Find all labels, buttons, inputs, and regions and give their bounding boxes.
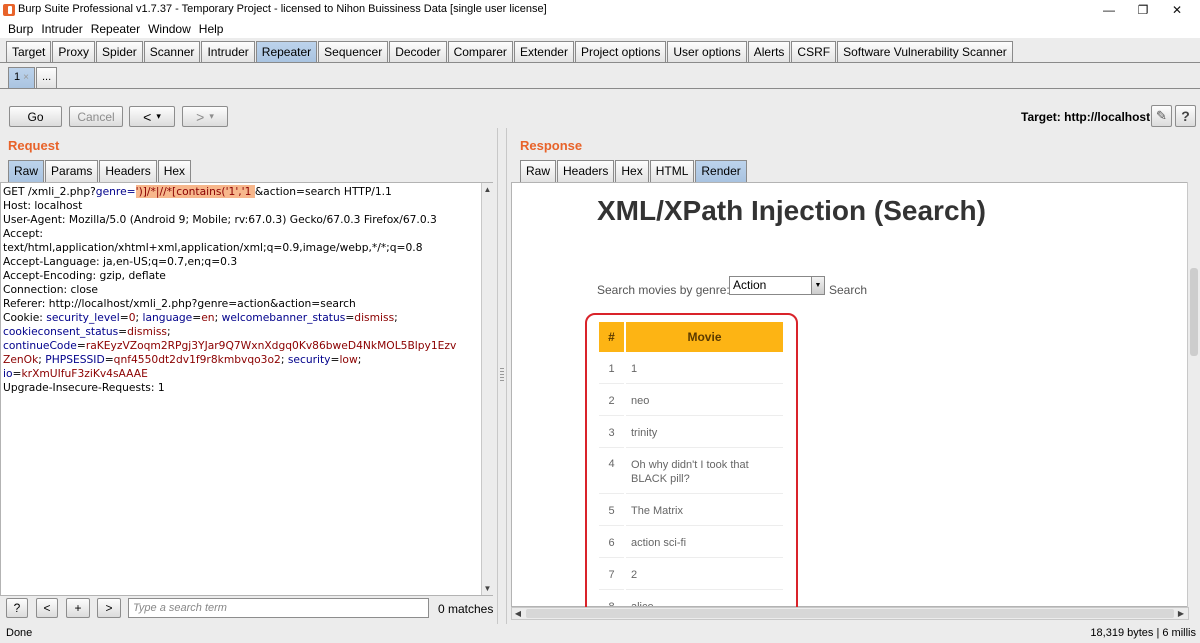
- response-size-status: 18,319 bytes | 6 millis: [1090, 627, 1196, 639]
- scroll-down-icon[interactable]: ▼: [482, 582, 493, 594]
- menu-help[interactable]: Help: [195, 20, 228, 38]
- response-tab-render[interactable]: Render: [695, 160, 747, 182]
- tab-user-options[interactable]: User options: [667, 41, 747, 63]
- request-editor[interactable]: GET /xmli_2.php?genre=')]/*|//*[contains…: [0, 182, 493, 596]
- pencil-icon: ✎: [1156, 108, 1167, 123]
- tab-spider[interactable]: Spider: [96, 41, 143, 63]
- repeater-tab-label: 1: [14, 71, 21, 83]
- close-tab-icon[interactable]: ×: [23, 72, 29, 83]
- search-button[interactable]: Search: [829, 283, 867, 297]
- cancel-button[interactable]: Cancel: [69, 106, 123, 127]
- request-tab-hex[interactable]: Hex: [157, 160, 192, 182]
- genre-search-label: Search movies by genre:: [597, 283, 730, 297]
- chevron-down-icon: ▾: [209, 111, 214, 121]
- cookie-line: continueCode=raKEyzVZoqm2RPgj3YJar9Q7Wxn…: [3, 339, 457, 352]
- response-vertical-scrollbar[interactable]: [1187, 182, 1200, 607]
- tab-scanner[interactable]: Scanner: [143, 41, 201, 63]
- close-button[interactable]: ✕: [1154, 0, 1200, 20]
- highlight-annotation-box: [585, 313, 798, 620]
- request-tab-headers[interactable]: Headers: [99, 160, 157, 182]
- tab-project-options[interactable]: Project options: [574, 41, 667, 63]
- tab-target[interactable]: Target: [6, 41, 52, 63]
- tab-alerts[interactable]: Alerts: [747, 41, 791, 63]
- search-previous-button[interactable]: <: [36, 598, 58, 618]
- request-view-tabs: Raw Params Headers Hex: [8, 160, 192, 182]
- tab-software-vulnerability-scanner[interactable]: Software Vulnerability Scanner: [837, 41, 1013, 63]
- forward-button[interactable]: > ▾: [182, 106, 228, 127]
- splitter-grip-icon[interactable]: [500, 368, 504, 382]
- search-options-button[interactable]: +: [66, 598, 90, 618]
- accept-language-header: Accept-Language: ja,en-US;q=0.7,en;q=0.3: [3, 255, 238, 268]
- repeater-tabs: 1 × ...: [8, 67, 58, 89]
- request-tab-params[interactable]: Params: [45, 160, 99, 182]
- tab-intruder[interactable]: Intruder: [201, 41, 255, 63]
- menu-burp[interactable]: Burp: [4, 20, 37, 38]
- tab-decoder[interactable]: Decoder: [389, 41, 447, 63]
- repeater-tab-1[interactable]: 1 ×: [8, 67, 35, 89]
- scroll-left-icon[interactable]: ◀: [513, 608, 523, 619]
- referer-header: Referer: http://localhost/xmli_2.php?gen…: [3, 297, 356, 310]
- response-tab-html[interactable]: HTML: [649, 160, 695, 182]
- scroll-thumb[interactable]: [1190, 268, 1198, 356]
- menu-intruder[interactable]: Intruder: [37, 20, 86, 38]
- scroll-thumb[interactable]: [526, 609, 1174, 618]
- scroll-right-icon[interactable]: ▶: [1176, 608, 1186, 619]
- menu-window[interactable]: Window: [144, 20, 195, 38]
- accept-header-label: Accept:: [3, 227, 44, 240]
- dropdown-arrow-icon[interactable]: ▼: [811, 277, 824, 294]
- title-bar: Burp Suite Professional v1.7.37 - Tempor…: [0, 0, 1200, 20]
- response-tab-raw[interactable]: Raw: [520, 160, 557, 182]
- connection-header: Connection: close: [3, 283, 98, 296]
- tab-repeater[interactable]: Repeater: [255, 41, 318, 63]
- upgrade-header: Upgrade-Insecure-Requests: 1: [3, 381, 165, 394]
- back-button[interactable]: < ▾: [129, 106, 175, 127]
- tab-proxy[interactable]: Proxy: [52, 41, 96, 63]
- tab-comparer[interactable]: Comparer: [447, 41, 513, 63]
- user-agent-header: User-Agent: Mozilla/5.0 (Android 9; Mobi…: [3, 213, 437, 226]
- help-button[interactable]: ?: [1175, 105, 1196, 127]
- cookie-line: io=krXmUIfuF3ziKv4sAAAE: [3, 367, 148, 380]
- cookie-line: ZenOk; PHPSESSID=qnf4550dt2dv1f9r8kmbvqo…: [3, 353, 362, 366]
- burp-logo-icon: [3, 4, 15, 16]
- request-title: Request: [8, 138, 60, 153]
- new-tab-button[interactable]: ...: [35, 67, 58, 89]
- divider: [0, 62, 1200, 63]
- search-next-button[interactable]: >: [97, 598, 121, 618]
- request-scrollbar[interactable]: ▲ ▼: [481, 183, 493, 595]
- response-tab-hex[interactable]: Hex: [615, 160, 649, 182]
- tab-extender[interactable]: Extender: [513, 41, 574, 63]
- forward-arrow-icon: >: [196, 108, 205, 125]
- scroll-up-icon[interactable]: ▲: [482, 183, 493, 195]
- response-tab-headers[interactable]: Headers: [557, 160, 615, 182]
- main-tabs: Target Proxy Spider Scanner Intruder Rep…: [6, 41, 1014, 63]
- accept-header-value: text/html,application/xhtml+xml,applicat…: [3, 241, 423, 254]
- menu-bar: Burp Intruder Repeater Window Help: [0, 20, 1200, 38]
- status-text: Done: [6, 627, 33, 639]
- window-title: Burp Suite Professional v1.7.37 - Tempor…: [18, 3, 547, 15]
- request-text[interactable]: GET /xmli_2.php?genre=')]/*|//*[contains…: [3, 185, 481, 395]
- request-line: GET /xmli_2.php?genre=')]/*|//*[contains…: [3, 185, 392, 198]
- cookie-line: cookieconsent_status=dismiss;: [3, 325, 171, 338]
- page-heading: XML/XPath Injection (Search): [597, 195, 986, 226]
- target-label: Target: http://localhost: [1021, 110, 1151, 124]
- back-arrow-icon: <: [143, 108, 152, 125]
- host-header: Host: localhost: [3, 199, 83, 212]
- response-view-tabs: Raw Headers Hex HTML Render: [520, 160, 748, 182]
- response-title: Response: [520, 138, 583, 153]
- response-horizontal-scrollbar[interactable]: ◀ ▶: [511, 607, 1189, 620]
- edit-target-button[interactable]: ✎: [1151, 105, 1172, 127]
- chevron-down-icon: ▾: [156, 111, 161, 121]
- search-input[interactable]: Type a search term: [128, 598, 429, 618]
- go-button[interactable]: Go: [9, 106, 62, 127]
- divider: [0, 88, 1200, 89]
- match-count: 0 matches: [438, 602, 494, 616]
- tab-csrf[interactable]: CSRF: [791, 41, 837, 63]
- request-tab-raw[interactable]: Raw: [8, 160, 45, 182]
- tab-sequencer[interactable]: Sequencer: [318, 41, 389, 63]
- cookie-header: Cookie: security_level=0; language=en; w…: [3, 311, 398, 324]
- menu-repeater[interactable]: Repeater: [87, 20, 144, 38]
- search-help-button[interactable]: ?: [6, 598, 28, 618]
- accept-encoding-header: Accept-Encoding: gzip, deflate: [3, 269, 166, 282]
